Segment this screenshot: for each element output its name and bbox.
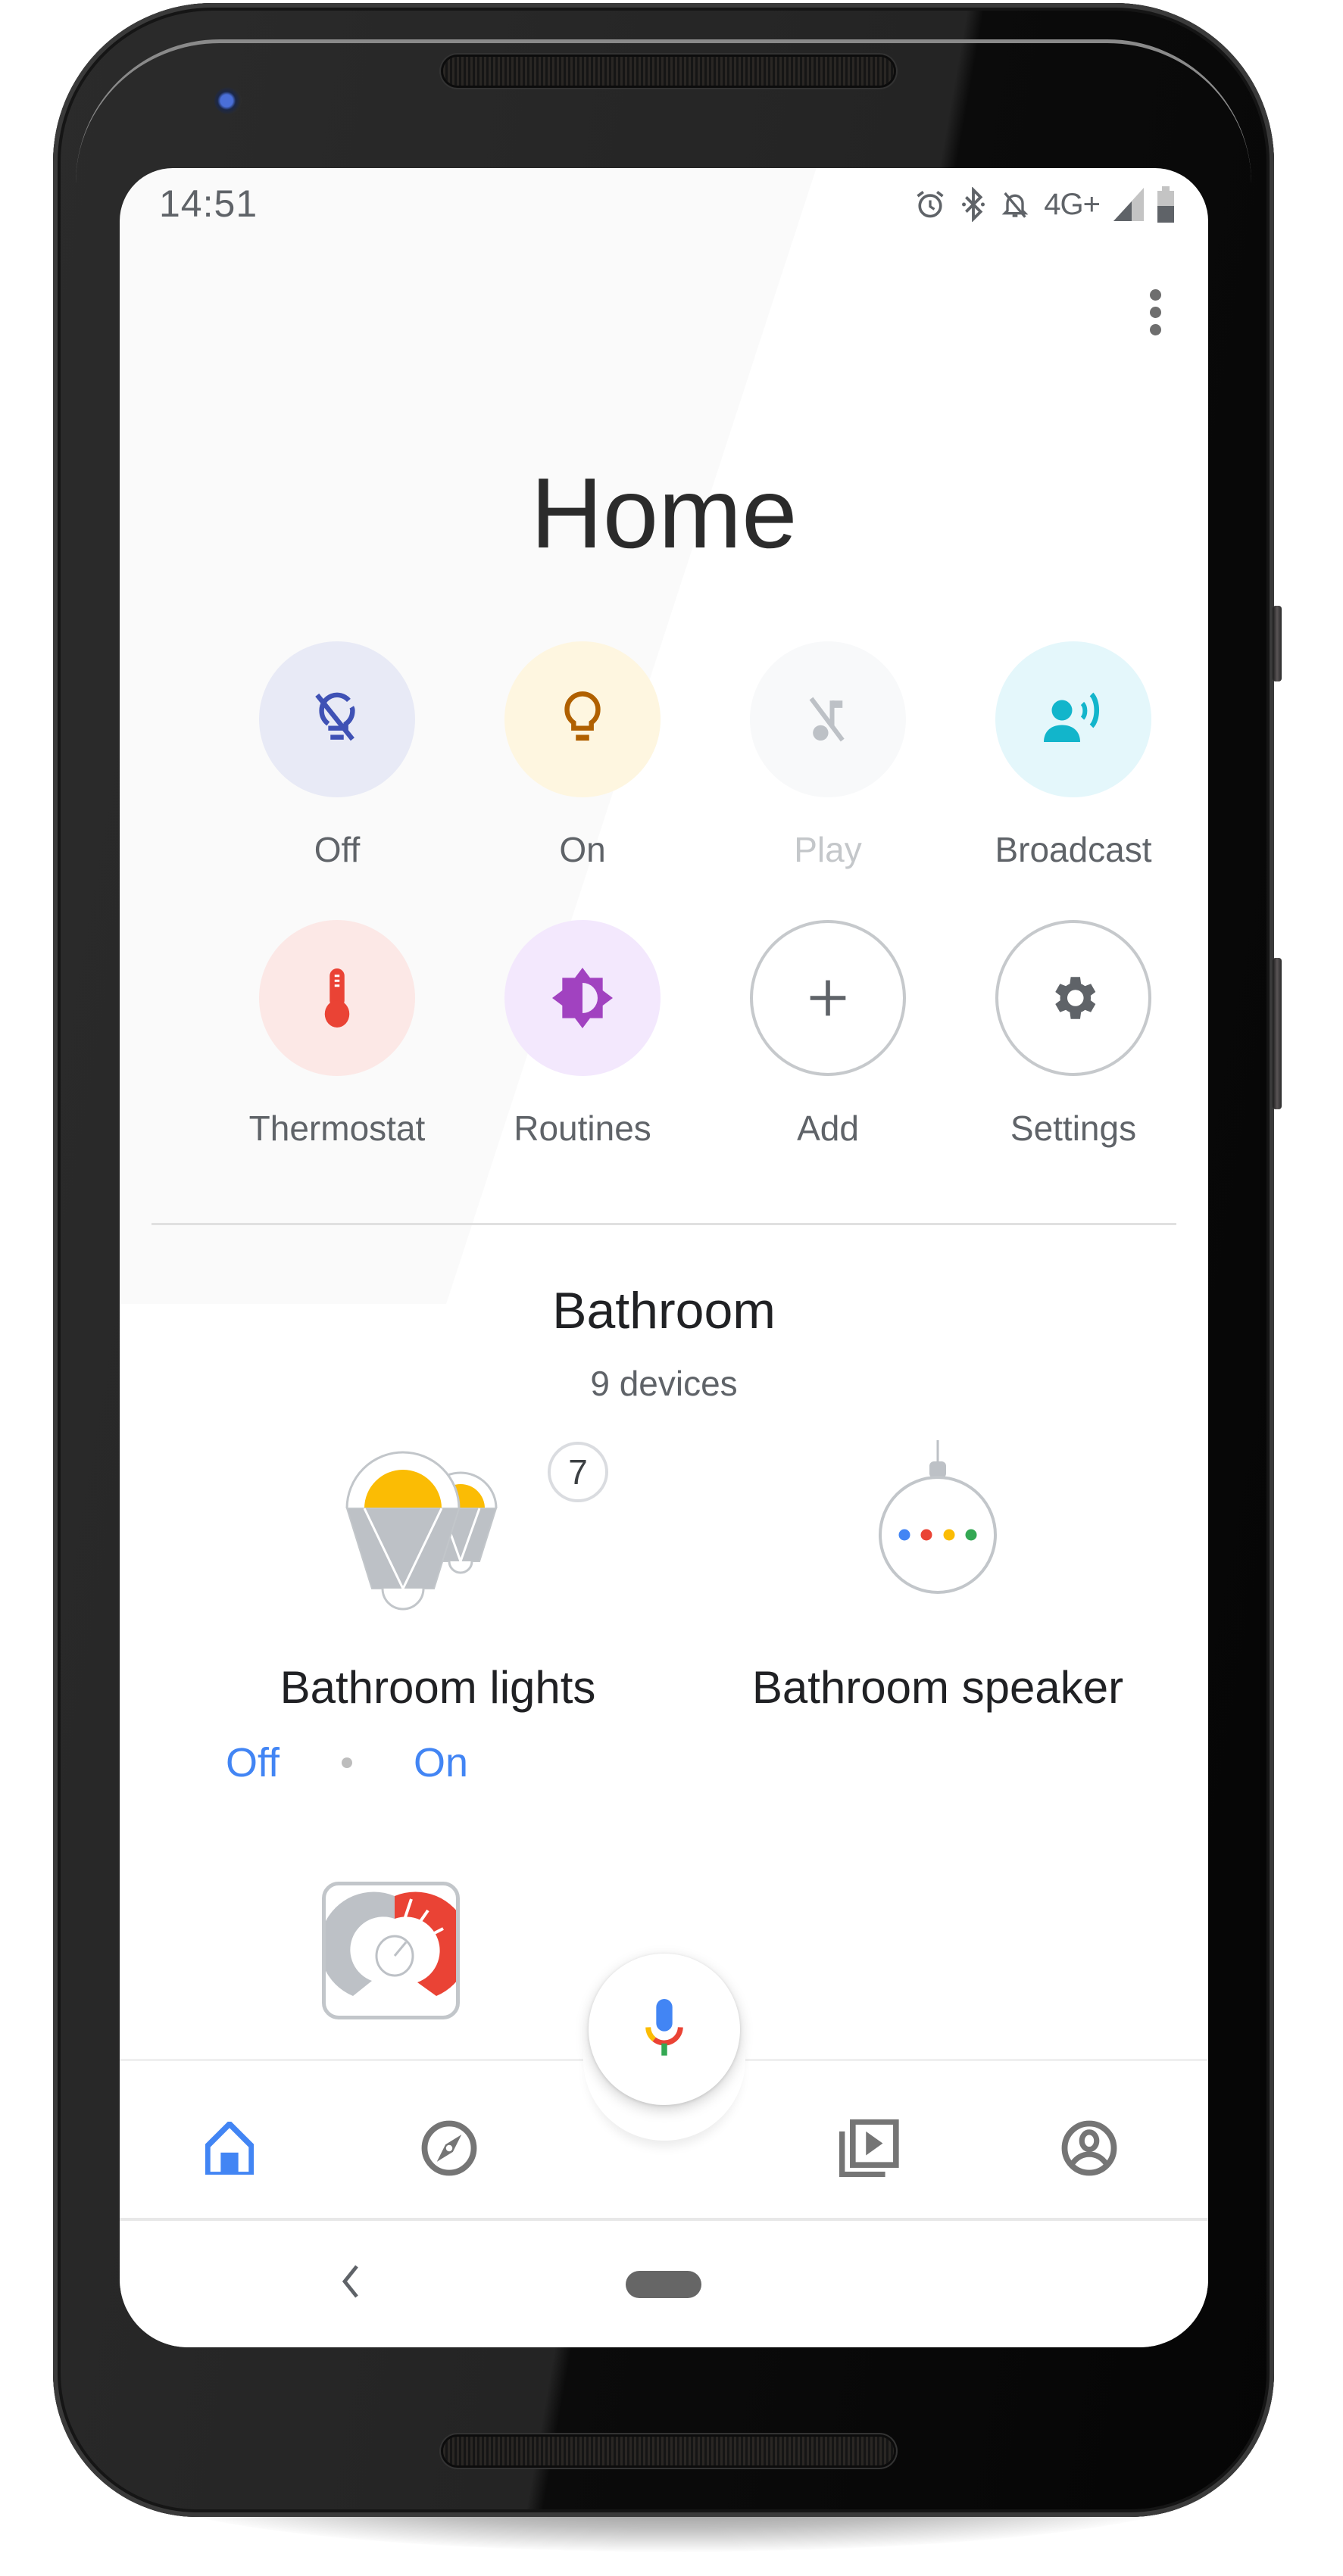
action-settings[interactable]: Settings	[951, 920, 1196, 1149]
power-button	[1273, 606, 1282, 681]
status-bar: 14:51 4G+	[120, 168, 1208, 251]
action-label: Broadcast	[995, 830, 1152, 869]
action-circle	[259, 920, 415, 1076]
device-bathroom-lights[interactable]: 7 Bathroom lights	[218, 1440, 657, 1714]
action-circle	[995, 641, 1151, 797]
action-circle	[995, 920, 1151, 1076]
action-circle	[259, 641, 415, 797]
action-label: Add	[797, 1109, 859, 1148]
action-thermostat[interactable]: Thermostat	[214, 920, 460, 1149]
lightbulb-icon	[564, 691, 601, 741]
action-on[interactable]: On	[460, 641, 705, 870]
action-add[interactable]: Add	[705, 920, 951, 1149]
action-label: Play	[794, 830, 862, 869]
light-group-icon	[345, 1451, 498, 1611]
section-divider	[151, 1223, 1176, 1225]
room-title: Bathroom	[552, 1282, 776, 1339]
microphone-icon	[645, 1999, 683, 2056]
device-name: Bathroom speaker	[751, 1662, 1124, 1713]
assistant-mic-button[interactable]	[589, 1954, 740, 2105]
device-icon-area: 7	[218, 1440, 657, 1622]
device-thermostat[interactable]	[322, 1882, 460, 2019]
action-play[interactable]: Play	[705, 641, 951, 870]
nav-media[interactable]	[835, 2114, 904, 2182]
network-type: 4G+	[1044, 187, 1101, 221]
thermostat-device-icon	[326, 1891, 456, 1996]
overflow-dot	[1149, 306, 1161, 318]
gear-icon	[1055, 977, 1096, 1019]
overflow-dot	[1149, 288, 1161, 301]
front-camera	[214, 87, 242, 114]
action-label: Settings	[1010, 1109, 1137, 1148]
group-count-badge: 7	[548, 1442, 608, 1502]
action-off[interactable]: Off	[214, 641, 460, 870]
home-pill[interactable]	[626, 2271, 701, 2298]
status-time: 14:51	[159, 182, 258, 225]
room-device-count: 9 devices	[590, 1364, 738, 1403]
action-circle	[504, 641, 661, 797]
broadcast-icon	[1044, 692, 1100, 742]
action-circle	[750, 641, 906, 797]
nav-account[interactable]	[1055, 2114, 1123, 2182]
signal-icon	[1113, 188, 1144, 221]
device-name: Bathroom lights	[280, 1662, 596, 1713]
overflow-dot	[1149, 323, 1161, 335]
status-icons: 4G+	[914, 185, 1174, 224]
account-icon	[1061, 2120, 1117, 2176]
routines-icon	[552, 968, 613, 1028]
device-bathroom-speaker[interactable]: Bathroom speaker	[718, 1440, 1157, 1714]
action-broadcast[interactable]: Broadcast	[951, 641, 1196, 870]
media-library-icon	[839, 2119, 899, 2177]
toggle-separator-dot	[341, 1757, 352, 1768]
lights-toggle-row: Off On	[218, 1739, 476, 1786]
action-circle	[504, 920, 661, 1076]
bottom-speaker	[443, 2437, 894, 2465]
alarm-icon	[914, 187, 947, 222]
music-off-icon	[809, 697, 845, 742]
device-icon-area	[718, 1440, 1157, 1622]
home-icon	[205, 2122, 254, 2175]
system-navigation-bar	[120, 2218, 1208, 2347]
more-vert-icon[interactable]	[1140, 282, 1170, 342]
lights-off-button[interactable]: Off	[218, 1739, 287, 1786]
action-label: Thermostat	[248, 1109, 426, 1148]
action-label: Off	[314, 830, 361, 869]
action-circle	[750, 920, 906, 1076]
action-label: Routines	[514, 1109, 651, 1148]
bluetooth-icon	[960, 187, 986, 222]
volume-rocker	[1273, 958, 1282, 1109]
notifications-off-icon	[1000, 187, 1030, 222]
nav-discover[interactable]	[415, 2114, 483, 2182]
screen: 14:51 4G+ Home Off On Play Broadcast The…	[120, 168, 1208, 2347]
page-title: Home	[530, 457, 798, 569]
action-routines[interactable]: Routines	[460, 920, 705, 1149]
compass-icon	[421, 2120, 477, 2176]
lights-on-button[interactable]: On	[406, 1739, 476, 1786]
quick-actions-grid: Off On Play Broadcast Thermostat Routine…	[214, 641, 1196, 1149]
smart-speaker-icon	[879, 1440, 997, 1594]
earpiece-speaker	[443, 57, 894, 86]
nav-home[interactable]	[195, 2114, 264, 2182]
add-icon	[810, 980, 846, 1016]
back-icon[interactable]	[342, 2265, 360, 2302]
lightbulb-off-icon	[315, 692, 355, 741]
action-label: On	[559, 830, 606, 869]
group-count: 7	[568, 1452, 588, 1492]
battery-icon	[1157, 186, 1174, 223]
thermometer-icon	[324, 968, 350, 1028]
